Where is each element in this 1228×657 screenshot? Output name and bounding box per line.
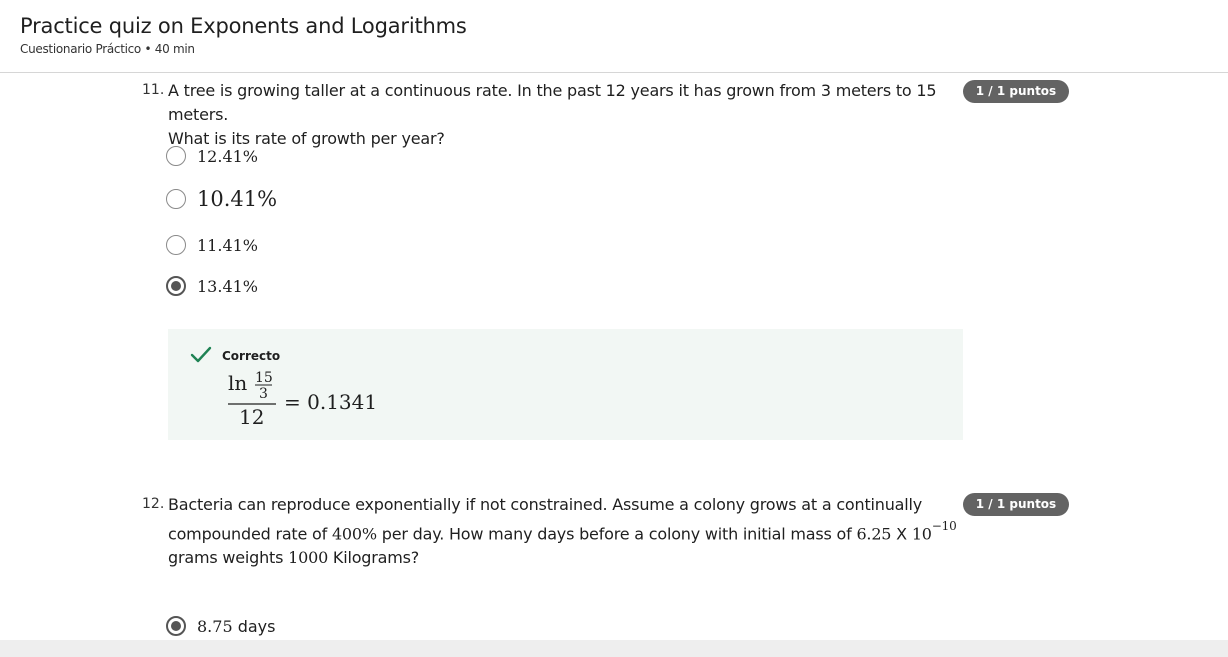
question-text-line: A tree is growing taller at a continuous…: [168, 81, 937, 124]
rate-value: 400%: [331, 524, 377, 544]
feedback-panel: Correcto ln 15 3 12 = 0.1341: [168, 329, 963, 440]
question-number: 11.: [142, 82, 165, 98]
option-unit: days: [232, 616, 276, 636]
score-badge: 1 / 1 puntos: [963, 80, 1069, 103]
option-label: 8.75 days: [197, 617, 275, 636]
answer-option[interactable]: 11.41%: [166, 235, 258, 255]
radio-icon[interactable]: [166, 146, 186, 166]
formula-num-top: 15: [255, 370, 273, 386]
mass-exponent: −10: [931, 519, 957, 533]
solution-formula: ln 15 3 12 = 0.1341: [228, 370, 377, 429]
answer-option[interactable]: 10.41%: [166, 187, 277, 211]
text-segment: per day. How many days before a colony w…: [376, 524, 857, 544]
text-segment: grams weights: [168, 548, 289, 568]
option-label: 11.41%: [197, 235, 259, 255]
option-value: 8.75: [197, 616, 233, 636]
feedback-status: Correcto: [222, 349, 281, 363]
check-icon: [190, 346, 212, 363]
option-label: 12.41%: [197, 146, 259, 166]
mass-coefficient: 6.25: [856, 524, 892, 544]
page-title: Practice quiz on Exponents and Logarithm…: [20, 14, 467, 38]
option-label: 13.41%: [197, 276, 259, 296]
answer-option-selected[interactable]: 13.41%: [166, 276, 258, 296]
formula-denominator: 12: [239, 405, 264, 429]
quiz-header: Practice quiz on Exponents and Logarithm…: [0, 0, 1228, 73]
question-text-line: Bacteria can reproduce exponentially if …: [168, 495, 923, 514]
weight-value: 1000: [288, 548, 329, 568]
formula-result: = 0.1341: [284, 390, 377, 414]
question-text-line: What is its rate of growth per year?: [168, 129, 445, 148]
radio-icon[interactable]: [166, 189, 186, 209]
radio-selected-icon[interactable]: [166, 276, 186, 296]
option-label: 10.41%: [197, 187, 278, 211]
text-segment: Kilograms?: [328, 548, 420, 568]
times-symbol: X: [891, 524, 912, 544]
question-text-line: grams weights 1000 Kilograms?: [168, 546, 958, 570]
quiz-subtitle: Cuestionario Práctico • 40 min: [20, 42, 195, 56]
mass-base: 10: [911, 524, 932, 544]
text-segment: compounded rate of: [168, 524, 332, 544]
formula-num-bottom: 3: [259, 386, 268, 402]
formula-ln: ln: [228, 371, 247, 395]
answer-option[interactable]: 12.41%: [166, 146, 258, 166]
question-number: 12.: [142, 496, 165, 512]
question-text: Bacteria can reproduce exponentially if …: [168, 493, 958, 570]
answer-option-selected[interactable]: 8.75 days: [166, 616, 275, 636]
score-badge: 1 / 1 puntos: [963, 493, 1069, 516]
question-text: A tree is growing taller at a continuous…: [168, 79, 958, 151]
question-text-line: compounded rate of 400% per day. How man…: [168, 517, 958, 546]
radio-icon[interactable]: [166, 235, 186, 255]
radio-selected-icon[interactable]: [166, 616, 186, 636]
bottom-scroll-area: [0, 640, 1228, 657]
